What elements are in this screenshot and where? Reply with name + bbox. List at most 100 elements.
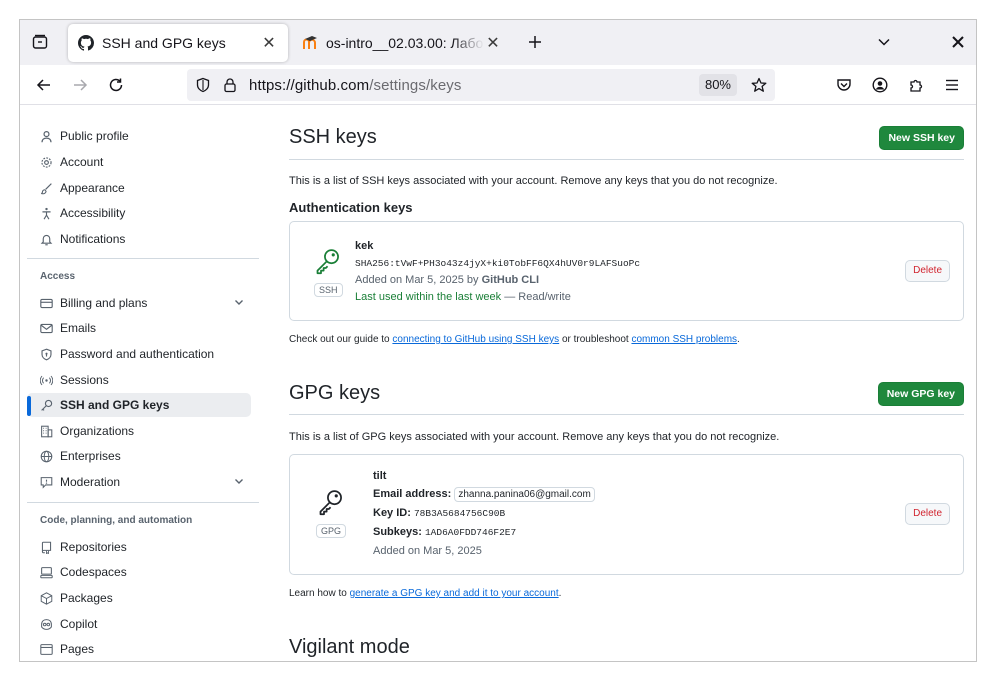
list-all-tabs-button[interactable]: [870, 28, 898, 56]
gpg-subkeys-label: Subkeys:: [373, 526, 422, 538]
sidebar-item-ssh-gpg-keys[interactable]: SSH and GPG keys: [27, 393, 251, 417]
firefox-view-button[interactable]: [26, 28, 54, 56]
browser-window: SSH and GPG keys ✕ os-intro__02.03.00: Л…: [19, 19, 977, 662]
selected-indicator: [27, 396, 31, 416]
ssh-key-added: Added on Mar 5, 2025 by GitHub CLI: [355, 274, 539, 286]
url-bar[interactable]: https://github.com/settings/keys 80%: [187, 69, 775, 101]
ssh-key-last-used: Last used within the last week: [355, 291, 502, 303]
sidebar-item-label: Billing and plans: [60, 296, 148, 310]
url-host: https://github.com: [249, 76, 370, 94]
sidebar-item-label: Moderation: [60, 475, 121, 489]
gpg-key-icon-block: GPG: [316, 488, 347, 538]
gpg-keyid-label: Key ID:: [373, 507, 411, 519]
gpg-learn-link[interactable]: generate a GPG key and add it to your ac…: [350, 588, 559, 599]
account-button[interactable]: [866, 71, 894, 99]
browser-icon: [39, 642, 53, 656]
new-gpg-key-button[interactable]: New GPG key: [877, 382, 964, 406]
forward-button[interactable]: [66, 71, 94, 99]
paintbrush-icon: [39, 181, 53, 195]
ssh-key-added-text: Added on Mar 5, 2025 by: [355, 274, 479, 286]
sidebar-item-appearance[interactable]: Appearance: [27, 176, 251, 200]
pocket-button[interactable]: [830, 71, 858, 99]
plus-icon: [529, 36, 541, 48]
gpg-email-label: Email address:: [373, 488, 452, 500]
delete-gpg-key-button[interactable]: Delete: [905, 503, 950, 525]
github-icon: [78, 35, 94, 51]
lock-icon[interactable]: [222, 77, 238, 98]
sidebar-item-notifications[interactable]: Notifications: [27, 227, 251, 251]
url-text[interactable]: https://github.com/settings/keys: [249, 77, 461, 94]
sidebar-item-sessions[interactable]: Sessions: [27, 368, 251, 392]
repo-icon: [39, 540, 53, 554]
sidebar-item-pages[interactable]: Pages: [27, 637, 251, 661]
chevron-down-icon[interactable]: [233, 296, 245, 311]
delete-ssh-key-button[interactable]: Delete: [905, 260, 950, 282]
reload-icon: [109, 78, 123, 92]
back-button[interactable]: [30, 71, 58, 99]
gpg-key-id-row: Key ID: 78B3A5684756C90B: [373, 507, 505, 519]
sidebar-item-organizations[interactable]: Organizations: [27, 419, 251, 443]
sidebar-item-copilot[interactable]: Copilot: [27, 612, 251, 636]
sidebar-item-password-auth[interactable]: Password and authentication: [27, 342, 251, 366]
sidebar-item-label: Pages: [60, 642, 95, 656]
mail-icon: [39, 321, 53, 335]
sidebar-item-label: Enterprises: [60, 449, 121, 463]
ssh-problems-link[interactable]: common SSH problems: [631, 334, 737, 345]
sidebar-item-emails[interactable]: Emails: [27, 316, 251, 340]
close-window-button[interactable]: [944, 28, 972, 56]
key-icon: [39, 398, 53, 412]
gear-icon: [39, 155, 53, 169]
close-icon: [952, 36, 964, 48]
shield-lock-icon: [39, 347, 53, 361]
ssh-keys-heading: SSH keys: [289, 126, 377, 148]
gpg-learn-text: Learn how to: [289, 588, 347, 599]
new-ssh-key-button[interactable]: New SSH key: [879, 126, 964, 150]
sidebar-item-label: Notifications: [60, 232, 126, 246]
sidebar-item-public-profile[interactable]: Public profile: [27, 124, 251, 148]
navigation-toolbar: https://github.com/settings/keys 80%: [20, 65, 976, 105]
sidebar-item-accessibility[interactable]: Accessibility: [27, 201, 251, 225]
close-tab-icon[interactable]: ✕: [484, 34, 502, 52]
sidebar-divider: [27, 258, 259, 259]
sidebar-item-label: Organizations: [60, 424, 135, 438]
reload-button[interactable]: [102, 71, 130, 99]
sidebar-item-codespaces[interactable]: Codespaces: [27, 560, 251, 584]
gpg-subkeys-row: Subkeys: 1AD6A0FDD746F2E7: [373, 526, 516, 538]
organization-icon: [39, 424, 53, 438]
extensions-button[interactable]: [902, 71, 930, 99]
ssh-guide-text: Check out our guide to: [289, 334, 390, 345]
key-icon: [314, 247, 342, 280]
key-icon: [317, 488, 345, 521]
sidebar-item-packages[interactable]: Packages: [27, 586, 251, 610]
ssh-key-fingerprint: SHA256:tVwF+PH3o43z4jyX+ki0TobFF6QX4hUV0…: [355, 258, 641, 269]
zoom-indicator[interactable]: 80%: [698, 74, 737, 96]
ssh-guide-link[interactable]: connecting to GitHub using SSH keys: [392, 334, 559, 345]
shield-icon[interactable]: [195, 77, 211, 98]
copilot-icon: [39, 617, 53, 631]
sidebar-item-account[interactable]: Account: [27, 150, 251, 174]
divider: [289, 159, 964, 160]
page-content: Public profile Account Appearance Access…: [20, 106, 976, 661]
tab-os-intro[interactable]: os-intro__02.03.00: Лабо ✕: [292, 24, 512, 62]
ssh-guide-text: .: [737, 334, 740, 345]
sidebar-item-repositories[interactable]: Repositories: [27, 535, 251, 559]
moodle-icon: [302, 35, 318, 51]
tab-ssh-gpg-keys[interactable]: SSH and GPG keys ✕: [68, 24, 288, 62]
codespaces-icon: [39, 565, 53, 579]
bookmark-star-icon[interactable]: [751, 77, 767, 98]
chevron-down-icon[interactable]: [233, 475, 245, 490]
sidebar-heading-code: Code, planning, and automation: [40, 515, 193, 526]
sidebar-item-billing[interactable]: Billing and plans: [27, 291, 251, 315]
menu-button[interactable]: [938, 71, 966, 99]
new-tab-button[interactable]: [521, 28, 549, 56]
sidebar-item-moderation[interactable]: Moderation: [27, 470, 251, 494]
hamburger-icon: [946, 79, 958, 91]
sidebar-item-label: Repositories: [60, 540, 127, 554]
tab-strip: SSH and GPG keys ✕ os-intro__02.03.00: Л…: [20, 20, 976, 65]
close-tab-icon[interactable]: ✕: [260, 34, 278, 52]
url-path: /settings/keys: [369, 76, 462, 94]
gpg-keyid-value: 78B3A5684756C90B: [413, 508, 506, 519]
sidebar-item-enterprises[interactable]: Enterprises: [27, 444, 251, 468]
sidebar-divider: [27, 502, 259, 503]
gpg-keys-heading: GPG keys: [289, 382, 381, 404]
